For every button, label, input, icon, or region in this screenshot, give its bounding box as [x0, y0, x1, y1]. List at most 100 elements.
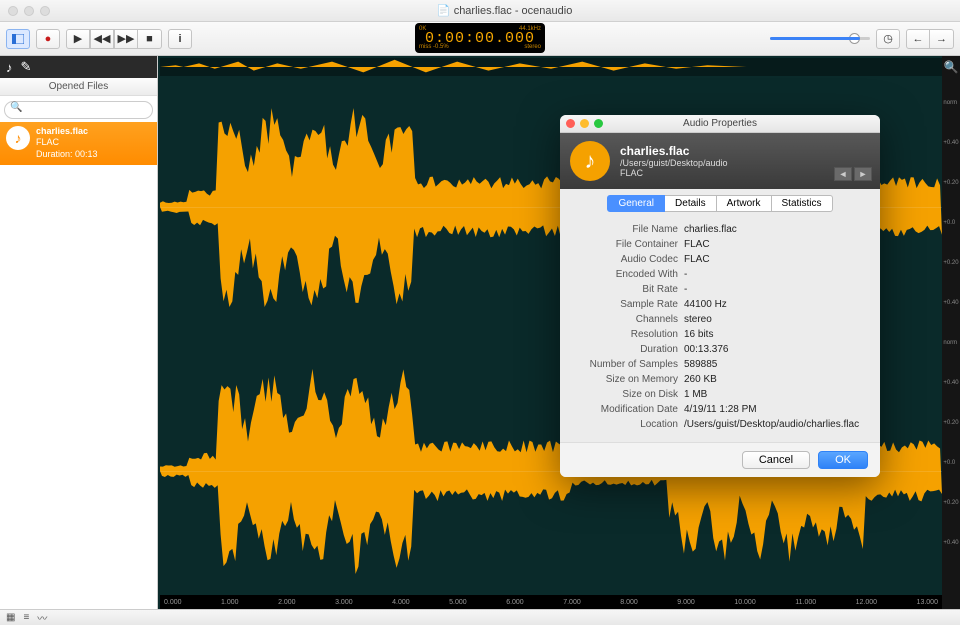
dialog-minimize[interactable] [580, 119, 589, 128]
sidebar-toggle[interactable] [6, 29, 30, 49]
prev-file-button[interactable]: ◄ [834, 167, 852, 181]
dialog-file-type: FLAC [620, 168, 728, 178]
dialog-close[interactable] [566, 119, 575, 128]
waveform-overview[interactable] [160, 58, 942, 76]
ok-button[interactable]: OK [818, 451, 868, 469]
time-br: stereo [524, 44, 541, 50]
property-value: stereo [684, 314, 712, 325]
view-list-icon[interactable]: ≡ [23, 612, 29, 623]
sidebar-tabs: ♪ ✎ [0, 56, 157, 78]
dialog-file-name: charlies.flac [620, 144, 728, 158]
property-value: charlies.flac [684, 224, 737, 235]
ruler-mark: +0.40 [943, 140, 958, 146]
property-row: Duration00:13.376 [574, 342, 866, 357]
minimize-window[interactable] [24, 6, 34, 16]
timeline-tick: 0.000 [164, 599, 182, 606]
amplitude-ruler: 🔍 norm+0.40+0.20+0.0+0.20+0.40norm+0.40+… [942, 56, 960, 609]
timeline-tick: 8.000 [620, 599, 638, 606]
property-value: 00:13.376 [684, 344, 729, 355]
zoom-icon[interactable]: 🔍 [944, 60, 959, 74]
file-duration: Duration: 00:13 [36, 149, 98, 161]
tab-statistics[interactable]: Statistics [772, 195, 833, 212]
view-grid-icon[interactable]: ▦ [6, 612, 15, 623]
timeline-tick: 12.000 [856, 599, 877, 606]
music-note-icon: ♪ [6, 126, 30, 150]
status-bar: ▦ ≡ 〰 [0, 609, 960, 625]
ruler-mark: +0.40 [943, 540, 958, 546]
file-name: charlies.flac [36, 126, 98, 138]
ruler-mark: +0.20 [943, 180, 958, 186]
property-value: FLAC [684, 239, 710, 250]
info-button[interactable]: i [168, 29, 192, 49]
dialog-body: File Namecharlies.flacFile ContainerFLAC… [560, 218, 880, 442]
dialog-footer: Cancel OK [560, 442, 880, 477]
time-display: 0K 44.1kHz 0:00:00.000 miss -0.5% stereo [415, 23, 545, 53]
dialog-titlebar[interactable]: Audio Properties [560, 115, 880, 133]
tab-details[interactable]: Details [665, 195, 717, 212]
files-tab-icon[interactable]: ♪ [6, 60, 13, 75]
prev-button[interactable]: ← [906, 29, 930, 49]
property-label: Size on Disk [574, 389, 684, 400]
edit-tab-icon[interactable]: ✎ [21, 59, 32, 75]
dialog-zoom[interactable] [594, 119, 603, 128]
tab-general[interactable]: General [607, 195, 665, 212]
cancel-button[interactable]: Cancel [742, 451, 810, 469]
view-wave-icon[interactable]: 〰 [37, 610, 47, 625]
property-row: Size on Disk1 MB [574, 387, 866, 402]
ruler-mark: +0.0 [943, 460, 958, 466]
property-label: File Name [574, 224, 684, 235]
time-bl: miss -0.5% [419, 44, 449, 50]
next-file-button[interactable]: ► [854, 167, 872, 181]
forward-button[interactable]: ▶▶ [114, 29, 138, 49]
timeline-tick: 2.000 [278, 599, 296, 606]
play-button[interactable]: ▶ [66, 29, 90, 49]
property-row: Size on Memory260 KB [574, 372, 866, 387]
property-value: 1 MB [684, 389, 707, 400]
ruler-mark: +0.20 [943, 420, 958, 426]
ruler-mark: +0.20 [943, 500, 958, 506]
tab-artwork[interactable]: Artwork [717, 195, 772, 212]
property-row: Modification Date4/19/11 1:28 PM [574, 402, 866, 417]
sidebar-header: Opened Files [0, 78, 157, 96]
property-label: Channels [574, 314, 684, 325]
search-input[interactable] [4, 101, 153, 119]
timeline-tick: 6.000 [506, 599, 524, 606]
file-list-item[interactable]: ♪ charlies.flac FLAC Duration: 00:13 [0, 122, 157, 165]
dialog-title: Audio Properties [683, 118, 757, 129]
timeline-tick: 11.000 [795, 599, 816, 606]
volume-slider[interactable] [770, 37, 870, 40]
timeline-tick: 9.000 [677, 599, 695, 606]
property-row: Channelsstereo [574, 312, 866, 327]
stop-button[interactable]: ■ [138, 29, 162, 49]
document-icon: 📄 [438, 5, 450, 17]
dialog-file-path: /Users/guist/Desktop/audio [620, 158, 728, 168]
property-row: Resolution16 bits [574, 327, 866, 342]
timeline-tick: 1.000 [221, 599, 239, 606]
traffic-lights [0, 6, 50, 16]
zoom-window[interactable] [40, 6, 50, 16]
property-row: Encoded With- [574, 267, 866, 282]
property-value: - [684, 284, 687, 295]
property-label: Audio Codec [574, 254, 684, 265]
file-format: FLAC [36, 137, 98, 149]
next-button[interactable]: → [930, 29, 954, 49]
time-tr: 44.1kHz [519, 26, 541, 32]
property-row: Number of Samples589885 [574, 357, 866, 372]
timeline-tick: 5.000 [449, 599, 467, 606]
property-value: - [684, 269, 687, 280]
property-value: /Users/guist/Desktop/audio/charlies.flac [684, 419, 859, 430]
rewind-button[interactable]: ◀◀ [90, 29, 114, 49]
property-value: 4/19/11 1:28 PM [684, 404, 757, 415]
property-label: Size on Memory [574, 374, 684, 385]
timeline-tick: 13.000 [917, 599, 938, 606]
close-window[interactable] [8, 6, 18, 16]
history-button[interactable]: ◷ [876, 29, 900, 49]
dialog-tabs: GeneralDetailsArtworkStatistics [560, 189, 880, 218]
timeline-ruler[interactable]: 0.0001.0002.0003.0004.0005.0006.0007.000… [160, 595, 942, 609]
music-note-icon: ♪ [570, 141, 610, 181]
record-button[interactable]: ● [36, 29, 60, 49]
property-label: Location [574, 419, 684, 430]
property-label: Number of Samples [574, 359, 684, 370]
property-label: Resolution [574, 329, 684, 340]
property-label: Duration [574, 344, 684, 355]
